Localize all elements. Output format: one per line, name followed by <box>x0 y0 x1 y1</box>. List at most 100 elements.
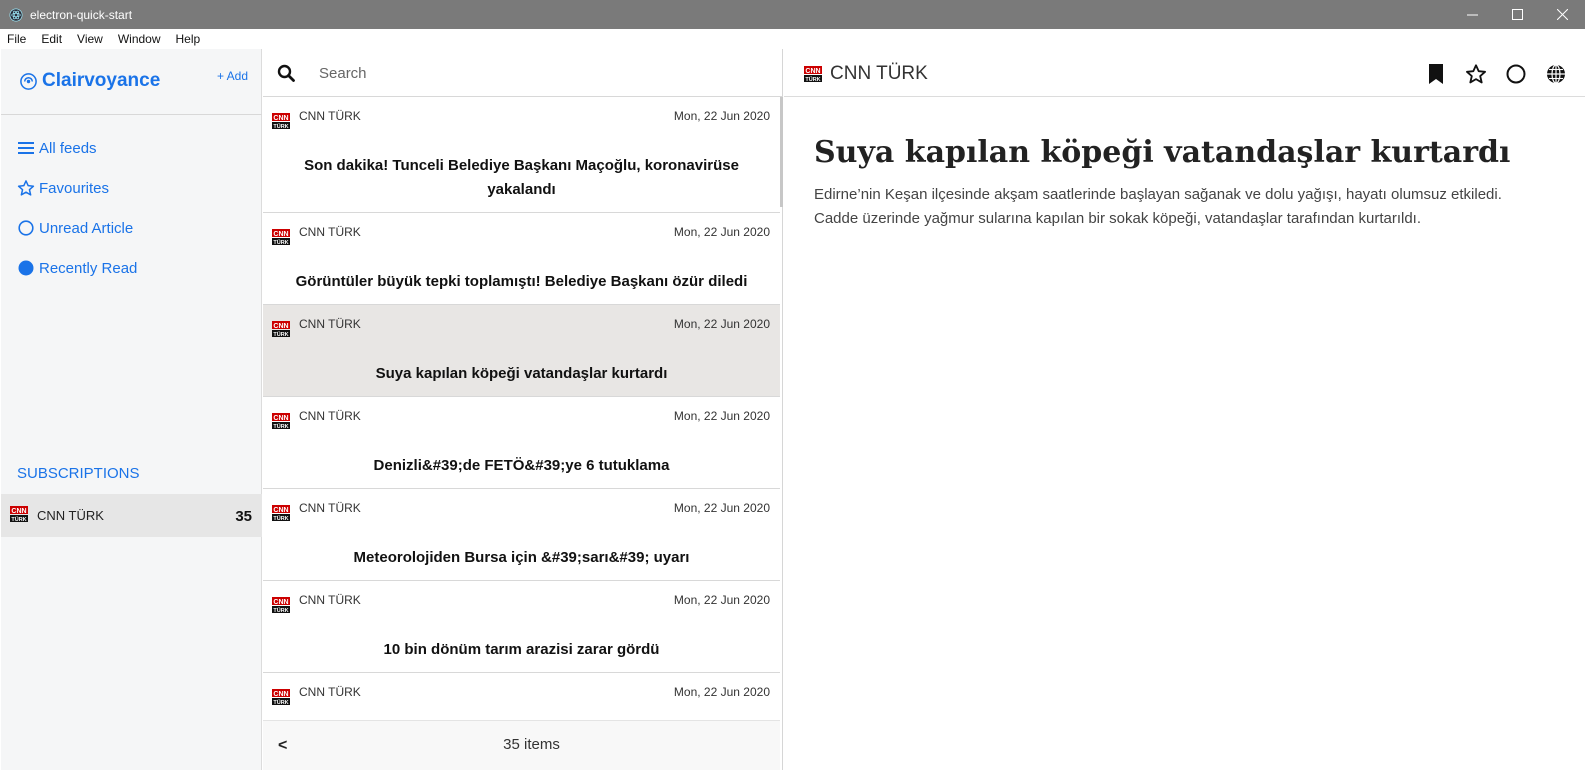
list-item[interactable]: CNN TÜRK CNN TÜRK Mon, 22 Jun 2020 10 bin… <box>263 581 780 673</box>
cnn-turk-logo-icon: CNNTÜRK <box>272 505 290 521</box>
article-date: Mon, 22 Jun 2020 <box>673 317 770 331</box>
svg-text:TÜRK: TÜRK <box>273 239 288 245</box>
nav-favourites[interactable]: Favourites <box>17 179 109 197</box>
nav-unread-article[interactable]: Unread Article <box>17 219 133 237</box>
cnn-turk-logo-icon: CNN TÜRK <box>10 506 28 522</box>
mark-unread-button[interactable] <box>1504 62 1528 86</box>
list-item[interactable]: CNN TÜRK CNN TÜRK Mon, 22 Jun 2020 Meteor… <box>263 489 780 581</box>
article-title: Suya kapılan köpeği vatandaşlar kurtardı <box>814 135 1511 170</box>
svg-text:CNN: CNN <box>273 599 288 606</box>
article-date: Mon, 22 Jun 2020 <box>673 685 770 699</box>
search-icon[interactable] <box>277 64 295 82</box>
article-date: Mon, 22 Jun 2020 <box>673 109 770 123</box>
article-reader: CNN TÜRK CNN TÜRK Suya kapılan köpeği va… <box>784 49 1585 770</box>
article-source: CNN TÜRK <box>299 225 361 239</box>
star-icon <box>17 179 35 197</box>
svg-text:TÜRK: TÜRK <box>273 515 288 521</box>
svg-text:CNN: CNN <box>273 115 288 122</box>
circle-outline-icon <box>1506 64 1526 84</box>
favourite-button[interactable] <box>1464 62 1488 86</box>
minimize-icon <box>1467 14 1478 16</box>
list-item[interactable]: CNN TÜRK CNN TÜRK Mon, 22 Jun 2020 Denizl… <box>263 397 780 489</box>
window-title: electron-quick-start <box>30 7 133 22</box>
article-headline: Görüntüler büyük tepki toplamıştı! Beled… <box>295 273 748 290</box>
nav-recently-read[interactable]: Recently Read <box>17 259 137 277</box>
article-source: CNN TÜRK <box>299 409 361 423</box>
article-headline: Son dakika! Tunceli Belediye Başkanı Maç… <box>304 157 739 198</box>
cnn-turk-logo-icon: CNNTÜRK <box>272 113 290 129</box>
svg-text:CNN: CNN <box>273 691 288 698</box>
svg-text:CNN: CNN <box>273 415 288 422</box>
subscription-name: CNN TÜRK <box>37 508 104 523</box>
svg-text:CNN: CNN <box>805 68 820 75</box>
article-date: Mon, 22 Jun 2020 <box>673 501 770 515</box>
nav-recently-read-label: Recently Read <box>39 259 138 277</box>
nav-unread-label: Unread Article <box>39 219 134 237</box>
search-input[interactable] <box>319 61 759 85</box>
electron-app-icon <box>9 8 23 21</box>
svg-text:CNN: CNN <box>273 323 288 330</box>
svg-text:TÜRK: TÜRK <box>273 331 288 337</box>
bookmark-button[interactable] <box>1424 62 1448 86</box>
brand-header: Clairvoyance + Add <box>1 49 262 115</box>
cnn-turk-logo-icon: CNNTÜRK <box>804 66 822 82</box>
list-item[interactable]: CNN TÜRK CNN TÜRK Mon, 22 Jun 2020 Son da… <box>263 97 780 213</box>
bookmark-icon <box>1429 64 1443 84</box>
list-item[interactable]: CNN TÜRK CNN TÜRK Mon, 22 Jun 2020 <box>263 673 780 720</box>
nav-all-feeds-label: All feeds <box>39 139 97 157</box>
subscription-unread-count: 35 <box>235 508 252 525</box>
svg-text:TÜRK: TÜRK <box>11 516 26 522</box>
star-icon <box>1466 64 1486 84</box>
svg-text:CNN: CNN <box>273 231 288 238</box>
svg-text:TÜRK: TÜRK <box>273 607 288 613</box>
list-icon <box>17 139 35 157</box>
article-source: CNN TÜRK <box>299 593 361 607</box>
article-list: CNN TÜRK CNN TÜRK Mon, 22 Jun 2020 Son da… <box>263 97 780 720</box>
close-window-button[interactable] <box>1540 0 1585 29</box>
circle-filled-icon <box>17 259 35 277</box>
article-date: Mon, 22 Jun 2020 <box>673 593 770 607</box>
item-count: 35 items <box>503 736 560 753</box>
cnn-turk-logo-icon: CNNTÜRK <box>272 689 290 705</box>
clairvoyance-logo-icon <box>20 73 37 90</box>
sidebar: Clairvoyance + Add All feeds Favourites … <box>1 49 262 770</box>
svg-text:TÜRK: TÜRK <box>805 76 820 82</box>
article-headline: Suya kapılan köpeği vatandaşlar kurtardı <box>375 365 668 382</box>
add-feed-button[interactable]: + Add <box>217 69 248 83</box>
subscriptions-header: SUBSCRIPTIONS <box>17 465 140 482</box>
maximize-icon <box>1512 9 1523 20</box>
menu-bar: File Edit View Window Help <box>0 29 1585 49</box>
list-item[interactable]: CNN TÜRK CNN TÜRK Mon, 22 Jun 2020 Görünt… <box>263 213 780 305</box>
menu-view[interactable]: View <box>70 32 111 46</box>
nav-all-feeds[interactable]: All feeds <box>17 139 97 157</box>
article-source: CNN TÜRK <box>299 501 361 515</box>
maximize-button[interactable] <box>1495 0 1540 29</box>
article-date: Mon, 22 Jun 2020 <box>673 409 770 423</box>
cnn-turk-logo-icon: CNNTÜRK <box>272 413 290 429</box>
svg-text:CNN: CNN <box>273 507 288 514</box>
subscription-item-cnn-turk[interactable]: CNN TÜRK CNN TÜRK 35 <box>1 494 262 537</box>
list-scrollbar[interactable] <box>780 97 783 207</box>
brand-name: Clairvoyance <box>42 70 161 91</box>
search-bar <box>263 49 783 97</box>
list-item-selected[interactable]: CNN TÜRK CNN TÜRK Mon, 22 Jun 2020 Suya k… <box>263 305 780 397</box>
open-in-browser-button[interactable] <box>1544 62 1568 86</box>
menu-file[interactable]: File <box>0 32 34 46</box>
reader-actions <box>1408 62 1568 86</box>
svg-text:TÜRK: TÜRK <box>273 699 288 705</box>
article-headline: Meteorolojiden Bursa için &#39;sarı&#39;… <box>353 549 690 566</box>
article-source: CNN TÜRK <box>299 685 361 699</box>
article-headline: 10 bin dönüm tarım arazisi zarar gördü <box>383 641 660 658</box>
list-footer: < 35 items <box>263 720 780 770</box>
menu-edit[interactable]: Edit <box>34 32 70 46</box>
article-source: CNN TÜRK <box>299 109 361 123</box>
menu-window[interactable]: Window <box>111 32 169 46</box>
article-body: Edirne’nin Keşan ilçesinde akşam saatler… <box>814 186 1502 227</box>
minimize-button[interactable] <box>1450 0 1495 29</box>
window-titlebar: electron-quick-start <box>0 0 1585 29</box>
reader-header: CNN TÜRK CNN TÜRK <box>784 49 1585 97</box>
article-date: Mon, 22 Jun 2020 <box>673 225 770 239</box>
reader-feed-name: CNN TÜRK <box>830 63 928 84</box>
menu-help[interactable]: Help <box>169 32 209 46</box>
article-source: CNN TÜRK <box>299 317 361 331</box>
